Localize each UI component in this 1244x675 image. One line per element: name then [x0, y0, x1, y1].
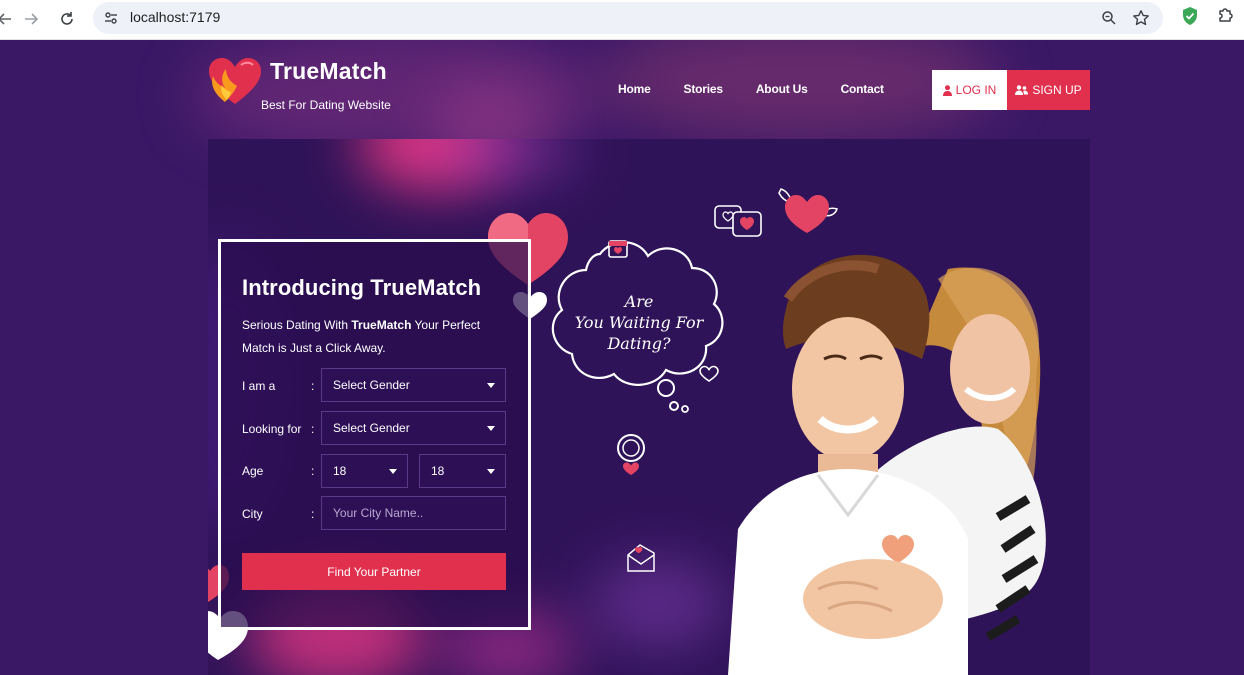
hero-title: Introducing TrueMatch — [242, 275, 482, 300]
site-info-icon[interactable] — [101, 8, 121, 28]
chevron-down-icon — [389, 469, 397, 474]
hero-intro: Serious Dating With TrueMatch Your Perfe… — [242, 314, 492, 360]
signup-button[interactable]: SIGN UP — [1007, 70, 1090, 110]
url-text[interactable]: localhost:7179 — [130, 9, 220, 25]
nav-contact[interactable]: Contact — [841, 82, 884, 102]
i-am-label: I am a — [242, 379, 276, 393]
reload-icon[interactable] — [54, 6, 80, 32]
age-label: Age — [242, 464, 264, 478]
brand-name: TrueMatch — [270, 58, 387, 84]
partner-search-card: Introducing TrueMatch Serious Dating Wit… — [218, 239, 531, 630]
find-partner-button[interactable]: Find Your Partner — [242, 553, 506, 590]
nav-about-us[interactable]: About Us — [756, 82, 808, 102]
city-label: City — [242, 507, 263, 521]
intro-prefix: Serious Dating With — [242, 318, 352, 332]
winged-heart-icon — [778, 188, 838, 233]
nav-stories[interactable]: Stories — [684, 82, 723, 102]
nav-home[interactable]: Home — [618, 82, 651, 102]
forward-icon[interactable] — [18, 6, 44, 32]
calendar-heart-icon — [608, 240, 628, 258]
looking-for-gender-value: Select Gender — [333, 421, 410, 435]
signup-label: SIGN UP — [1032, 83, 1082, 97]
chevron-down-icon — [487, 383, 495, 388]
brand-tagline: Best For Dating Website — [261, 98, 391, 112]
back-icon[interactable] — [0, 6, 18, 32]
age-from-value: 18 — [333, 464, 347, 478]
user-icon — [942, 84, 952, 96]
age-from-select[interactable]: 18 — [321, 454, 408, 488]
address-bar[interactable]: localhost:7179 — [93, 2, 1163, 34]
ring-icon — [617, 434, 645, 475]
login-label: LOG IN — [955, 83, 997, 97]
users-icon — [1015, 85, 1029, 95]
colon: : — [311, 507, 315, 521]
extensions-puzzle-icon[interactable] — [1217, 6, 1237, 28]
i-am-gender-value: Select Gender — [333, 378, 410, 392]
chevron-down-icon — [487, 469, 495, 474]
zoom-icon[interactable] — [1099, 8, 1119, 28]
page-background: TrueMatch Best For Dating Website Home S… — [0, 40, 1244, 675]
city-placeholder: Your City Name.. — [333, 506, 424, 520]
hero-banner: Are You Waiting For Dating? Introducing … — [208, 139, 1090, 675]
looking-for-gender-select[interactable]: Select Gender — [321, 411, 506, 445]
bookmark-star-icon[interactable] — [1131, 8, 1151, 28]
login-button[interactable]: LOG IN — [932, 70, 1007, 110]
city-input[interactable]: Your City Name.. — [321, 496, 506, 530]
colon: : — [311, 379, 315, 393]
brand-logo[interactable]: TrueMatch Best For Dating Website — [207, 54, 407, 116]
heart-flame-logo-icon — [209, 58, 261, 104]
looking-for-label: Looking for — [242, 422, 302, 436]
age-to-value: 18 — [431, 464, 445, 478]
intro-brand: TrueMatch — [351, 318, 412, 332]
colon: : — [311, 422, 315, 436]
age-to-select[interactable]: 18 — [419, 454, 506, 488]
chevron-down-icon — [487, 426, 495, 431]
browser-toolbar: localhost:7179 — [0, 0, 1244, 40]
colon: : — [311, 464, 315, 478]
main-nav: Home Stories About Us Contact — [618, 82, 917, 102]
shield-extension-icon[interactable] — [1181, 6, 1201, 28]
i-am-gender-select[interactable]: Select Gender — [321, 368, 506, 402]
couple-photo — [728, 254, 1046, 675]
chat-hearts-icon — [714, 205, 762, 237]
